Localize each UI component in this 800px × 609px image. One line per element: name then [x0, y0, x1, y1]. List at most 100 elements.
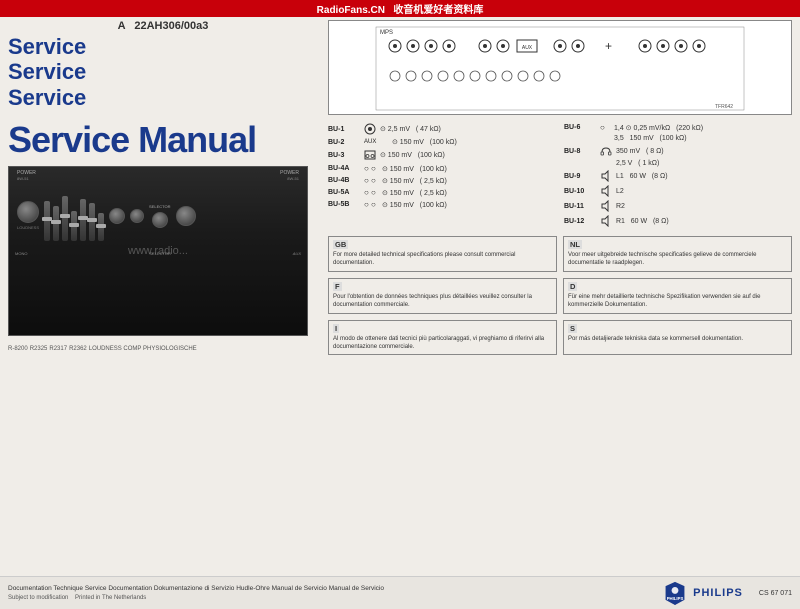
spec-row-bu12: BU-12 R1 60 W (8 Ω)	[564, 215, 792, 227]
documentation-text: Documentation Technique Service Document…	[8, 584, 663, 593]
note-text-s: Por más detaljierade tekniska data se ko…	[568, 335, 787, 343]
spec-value: 2,5 V ( 1 kΩ)	[616, 160, 659, 167]
note-text-d: Für eine mehr detaillierte technische Sp…	[568, 293, 787, 310]
spec-row-bu6: BU-6 ○ 1,4 ⊙ 0,25 mV/kΩ (220 kΩ)	[564, 123, 792, 132]
specs-area: BU-1 ⊙ 2,5 mV ( 47 kΩ) BU-2 AUX ⊙ 150 mV…	[328, 123, 792, 568]
spec-id: BU-10	[564, 188, 596, 195]
spec-row-bu5a: BU-5A ○ ○ ⊙ 150 mV ( 2,5 kΩ)	[328, 188, 556, 197]
spec-id: BU-12	[564, 218, 596, 225]
headphone-icon	[600, 145, 612, 157]
note-lang-s: S	[568, 324, 577, 333]
spec-value: ⊙ 150 mV (100 kΩ)	[382, 201, 447, 209]
spec-value: ⊙ 150 mV (100 kΩ)	[392, 138, 457, 146]
model-id: 22AH306/00a3	[134, 20, 208, 32]
note-lang-nl: NL	[568, 240, 582, 249]
spec-value: R1 60 W (8 Ω)	[616, 218, 669, 225]
spec-id: BU-8	[564, 148, 596, 155]
speaker-icon	[600, 185, 612, 197]
note-text-gb: For more detailed technical specificatio…	[333, 251, 552, 268]
service-text-3: Service	[8, 85, 318, 110]
note-lang-i: I	[333, 324, 339, 333]
spec-row-bu11: BU-11 R2	[564, 200, 792, 212]
spec-id: BU-4A	[328, 165, 360, 172]
note-lang-gb: GB	[333, 240, 348, 249]
spec-id: BU-2	[328, 139, 360, 146]
spec-value: ⊙ 2,5 mV ( 47 kΩ)	[380, 125, 441, 133]
philips-section: PHILIPS PHILIPS CS 67 071	[663, 581, 792, 605]
spec-value: ⊙ 150 mV (100 kΩ)	[380, 151, 445, 159]
spec-id: BU-11	[564, 203, 596, 210]
note-text-i: Al modo de ottenere dati tecnici più par…	[333, 335, 552, 352]
cs-number: CS 67 071	[759, 590, 792, 597]
model-number: A 22AH306/00a3	[8, 20, 318, 32]
spec-row-bu5b: BU-5B ○ ○ ⊙ 150 mV (100 kΩ)	[328, 200, 556, 209]
spec-id: BU-3	[328, 152, 360, 159]
philips-brand-text: PHILIPS	[693, 587, 743, 599]
philips-logo-icon: PHILIPS	[663, 581, 687, 605]
watermark-bar: RadioFans.CN 收音机爱好者资料库	[0, 0, 800, 17]
svg-text:AUX: AUX	[522, 45, 533, 51]
bottom-documentation: Documentation Technique Service Document…	[8, 584, 663, 602]
specs-right-col: BU-6 ○ 1,4 ⊙ 0,25 mV/kΩ (220 kΩ) 3,5 150…	[564, 123, 792, 230]
bottom-bar: Documentation Technique Service Document…	[0, 576, 800, 609]
printed-in: Printed in The Netherlands	[75, 595, 146, 601]
connector-svg: MPS	[334, 26, 786, 111]
note-s: S Por más detaljierade tekniska data se …	[563, 320, 792, 356]
spec-row-bu8: BU-8 350 mV ( 8 Ω)	[564, 145, 792, 157]
spec-value: 3,5 150 mV (100 kΩ)	[614, 135, 687, 142]
diagram-annotations: R-8200 R2325 R2317 R2362 LOUDNESS COMP P…	[8, 346, 318, 352]
note-gb: GB For more detailed technical specifica…	[328, 236, 557, 272]
spec-id: BU-1	[328, 126, 360, 133]
spec-id: BU-6	[564, 124, 596, 131]
spec-row-bu1: BU-1 ⊙ 2,5 mV ( 47 kΩ)	[328, 123, 556, 135]
speaker-icon	[600, 215, 612, 227]
watermark-site: RadioFans.CN	[317, 5, 385, 16]
note-text-f: Pour l'obtention de données techniques p…	[333, 293, 552, 310]
note-text-nl: Voor meer uitgebreide technische specifi…	[568, 251, 787, 268]
left-panel: A 22AH306/00a3 Service Service Service S…	[8, 20, 318, 568]
spec-id: BU-5B	[328, 201, 360, 208]
watermark-subtitle: 收音机爱好者资料库	[393, 5, 483, 16]
spec-value: L2	[616, 188, 624, 195]
specs-left-col: BU-1 ⊙ 2,5 mV ( 47 kΩ) BU-2 AUX ⊙ 150 mV…	[328, 123, 556, 230]
svg-text:+: +	[605, 39, 612, 53]
model-prefix: A	[118, 20, 126, 32]
svg-text:MPS: MPS	[380, 30, 393, 36]
spec-row-bu8b: 2,5 V ( 1 kΩ)	[564, 160, 792, 167]
spec-row-bu9: BU-9 L1 60 W (8 Ω)	[564, 170, 792, 182]
spec-value: ⊙ 150 mV ( 2,5 kΩ)	[382, 189, 447, 197]
spec-value: ⊙ 150 mV ( 2,5 kΩ)	[382, 177, 447, 185]
spec-value: 350 mV ( 8 Ω)	[616, 148, 664, 155]
service-text-2: Service	[8, 59, 318, 84]
note-d: D Für eine mehr detaillierte technische …	[563, 278, 792, 314]
spec-row-bu4a: BU-4A ○ ○ ⊙ 150 mV (100 kΩ)	[328, 164, 556, 173]
note-lang-d: D	[568, 282, 577, 291]
spec-value: R2	[616, 203, 625, 210]
spec-id: BU-4B	[328, 177, 360, 184]
note-i: I Al modo de ottenere dati tecnici più p…	[328, 320, 557, 356]
spec-row-bu6b: 3,5 150 mV (100 kΩ)	[564, 135, 792, 142]
phono-icon	[364, 123, 376, 135]
notes-area: GB For more detailed technical specifica…	[328, 236, 792, 355]
speaker-icon	[600, 200, 612, 212]
note-f: F Pour l'obtention de données techniques…	[328, 278, 557, 314]
connector-diagram: MPS	[328, 20, 792, 115]
note-lang-f: F	[333, 282, 342, 291]
spec-value: L1 60 W (8 Ω)	[616, 173, 668, 180]
spec-row-bu4b: BU-4B ○ ○ ⊙ 150 mV ( 2,5 kΩ)	[328, 176, 556, 185]
spec-id: BU-9	[564, 173, 596, 180]
speaker-icon	[600, 170, 612, 182]
subject-to-modification: Subject to modification	[8, 595, 68, 601]
note-nl: NL Voor meer uitgebreide technische spec…	[563, 236, 792, 272]
spec-value: ⊙ 150 mV (100 kΩ)	[382, 165, 447, 173]
tape-icon	[364, 149, 376, 161]
service-text-block: Service Service Service	[8, 34, 318, 110]
spec-id: BU-5A	[328, 189, 360, 196]
spec-row-bu10: BU-10 L2	[564, 185, 792, 197]
spec-value: 1,4 ⊙ 0,25 mV/kΩ (220 kΩ)	[614, 124, 703, 132]
spec-row-bu3: BU-3 ⊙ 150 mV (100 kΩ)	[328, 149, 556, 161]
right-panel: MPS	[318, 20, 792, 568]
device-image: POWER POWER 8W-51 8W-51 LOUDNESS	[8, 166, 308, 336]
spec-row-bu2: BU-2 AUX ⊙ 150 mV (100 kΩ)	[328, 138, 556, 146]
service-text-1: Service	[8, 34, 318, 59]
